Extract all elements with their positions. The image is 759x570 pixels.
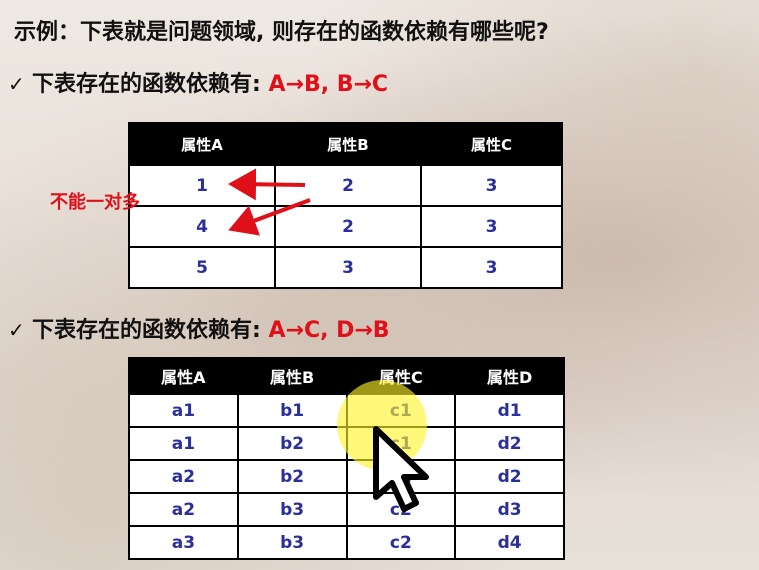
table-row: a2 b2 c2 d2	[128, 459, 565, 494]
table-cell: 1	[128, 164, 276, 207]
table-cell: 3	[420, 246, 563, 289]
table-cell: 2	[274, 164, 422, 207]
table-2-header-b: 属性B	[236, 357, 348, 395]
table-cell: c2	[345, 525, 457, 560]
table-cell: 5	[128, 246, 276, 289]
table-row: 1 2 3	[128, 164, 563, 207]
table-cell: b3	[236, 492, 348, 527]
table-cell: d2	[454, 459, 565, 494]
table-cell: b1	[236, 393, 348, 428]
question-2-text: 下表存在的函数依赖有:	[32, 318, 261, 343]
table-row: a3 b3 c2 d4	[128, 525, 565, 560]
table-2-header-d: 属性D	[454, 357, 565, 395]
table-cell: 3	[420, 205, 563, 248]
table-cell: a1	[128, 393, 239, 428]
table-2: 属性A 属性B 属性C 属性D a1 b1 c1 d1 a1 b2 c1 d2 …	[128, 357, 565, 560]
table-row: a2 b3 c2 d3	[128, 492, 565, 527]
table-cell: b2	[236, 459, 348, 494]
table-cell: a2	[128, 492, 239, 527]
table-cell: 2	[274, 205, 422, 248]
table-1-header-c: 属性C	[420, 122, 563, 166]
table-row: 4 2 3	[128, 205, 563, 248]
checkmark-icon: ✓	[8, 318, 25, 342]
table-cell: d2	[454, 426, 565, 461]
annotation-label: 不能一对多	[50, 192, 140, 213]
table-cell: 4	[128, 205, 276, 248]
question-2-answer: A→C, D→B	[268, 318, 390, 343]
table-1-header-a: 属性A	[128, 122, 276, 166]
table-1-header-b: 属性B	[274, 122, 422, 166]
table-cell: b2	[236, 426, 348, 461]
checkmark-icon: ✓	[8, 72, 25, 96]
table-1: 属性A 属性B 属性C 1 2 3 4 2 3 5 3 3	[128, 122, 563, 289]
question-1: ✓ 下表存在的函数依赖有: A→B, B→C	[8, 66, 388, 98]
table-1-header-row: 属性A 属性B 属性C	[128, 122, 563, 166]
question-1-text: 下表存在的函数依赖有:	[32, 72, 261, 97]
table-2-header-a: 属性A	[128, 357, 239, 395]
table-cell: a2	[128, 459, 239, 494]
table-cell: 3	[420, 164, 563, 207]
table-cell: b3	[236, 525, 348, 560]
table-cell: d1	[454, 393, 565, 428]
table-cell: 3	[274, 246, 422, 289]
table-cell: d3	[454, 492, 565, 527]
slide-title: 示例：下表就是问题领域, 则存在的函数依赖有哪些呢?	[14, 20, 549, 45]
question-1-answer: A→B, B→C	[268, 72, 389, 97]
table-row: 5 3 3	[128, 246, 563, 289]
mouse-pointer-icon	[373, 426, 429, 512]
table-2-header-row: 属性A 属性B 属性C 属性D	[128, 357, 565, 395]
question-2: ✓ 下表存在的函数依赖有: A→C, D→B	[8, 312, 390, 344]
table-cell: a1	[128, 426, 239, 461]
table-cell: a3	[128, 525, 239, 560]
table-cell: d4	[454, 525, 565, 560]
